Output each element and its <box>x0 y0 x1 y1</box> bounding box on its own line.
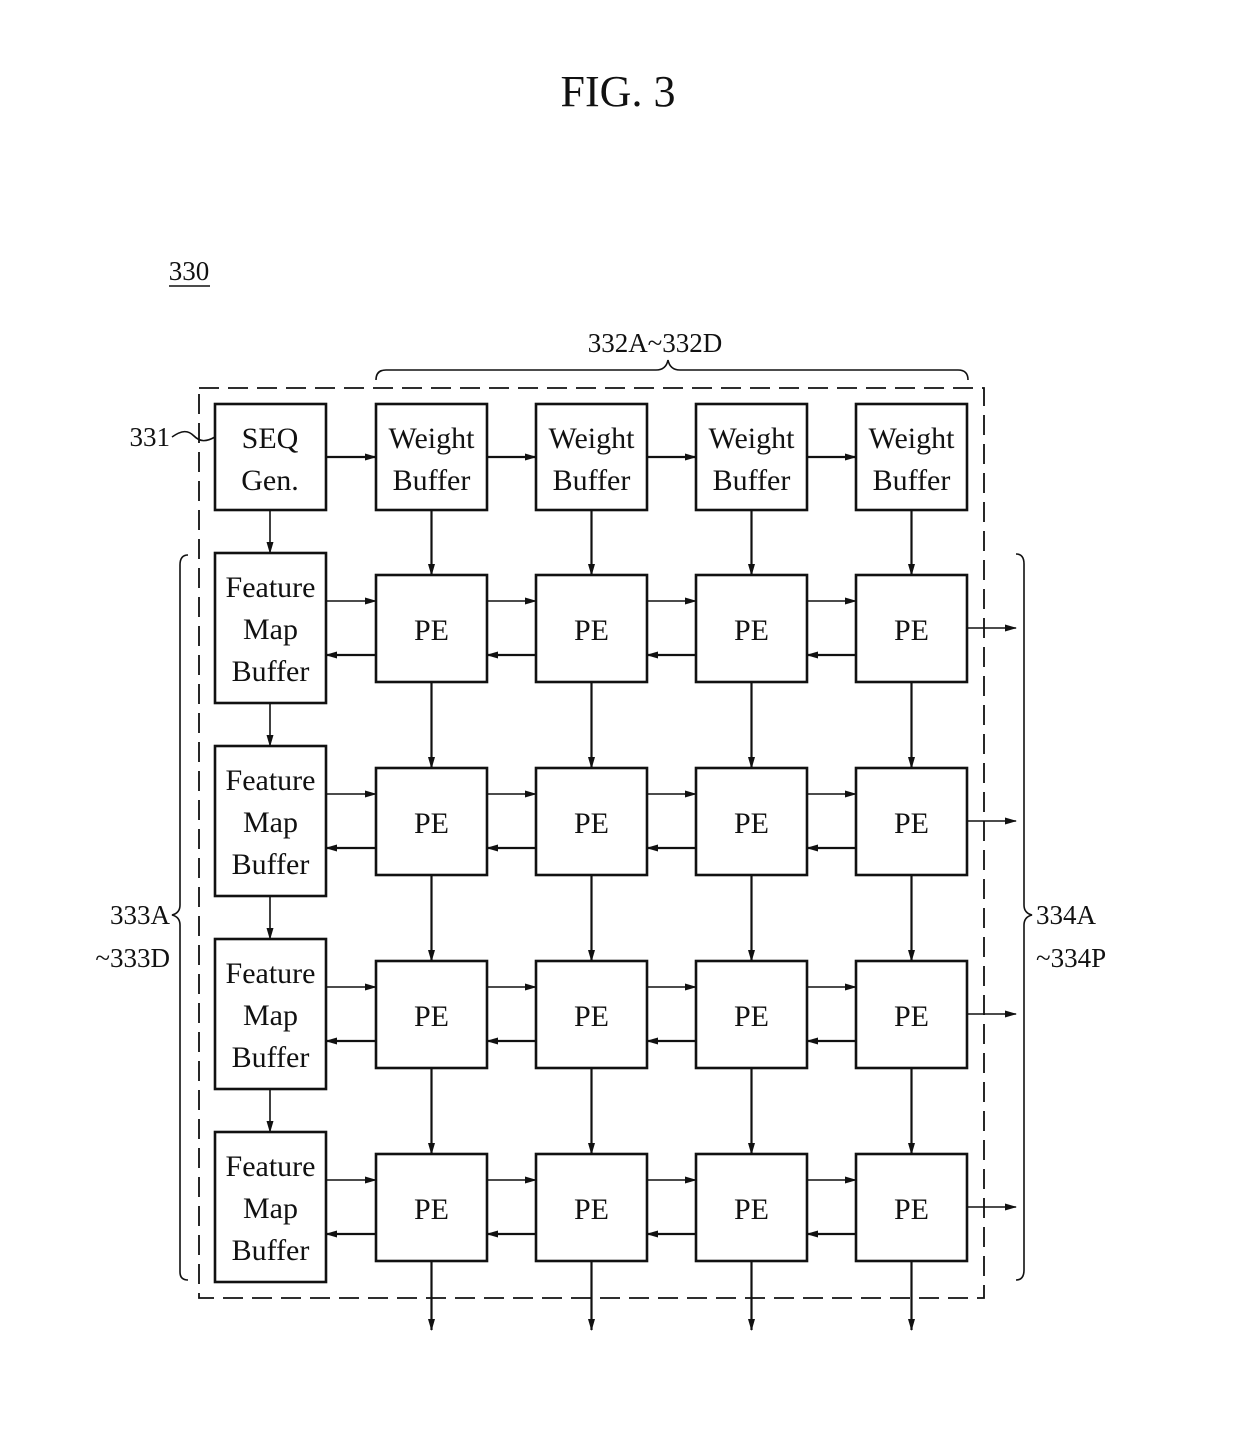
pe-label: PE <box>734 1000 769 1033</box>
pe-grid: PE PE PE PE PE PE PE PE PE PE PE PE PE PE PE PE <box>374 573 969 1263</box>
feature-map-buffer-label-line2: Map <box>243 999 298 1032</box>
weight-buffer-label-line2: Buffer <box>393 464 471 497</box>
seq-gen-label-line1: SEQ <box>242 422 299 455</box>
pe-group-brace <box>1015 553 1033 1281</box>
seq-gen-reference: 331 <box>130 422 171 452</box>
feature-map-buffer-label-line1: Feature <box>226 957 316 990</box>
pe-block: PE <box>854 1152 969 1263</box>
pe-group-reference-line1: 334A <box>1036 900 1097 930</box>
weight-group-brace <box>375 359 969 381</box>
weight-buffer-block: Weight Buffer <box>694 402 809 512</box>
pe-block: PE <box>374 766 489 877</box>
weight-buffer-label-line1: Weight <box>549 422 636 455</box>
pe-label: PE <box>894 807 929 840</box>
systolic-array-diagram: FIG. 3 330 332A~332D 333A ~333D 334A ~33… <box>95 67 1106 1331</box>
weight-buffer-label-line2: Buffer <box>553 464 631 497</box>
feature-group-reference-line2: ~333D <box>95 943 170 973</box>
pe-label: PE <box>574 614 609 647</box>
figure-reference-number: 330 <box>169 256 210 286</box>
weight-buffer-label-line2: Buffer <box>713 464 791 497</box>
pe-block: PE <box>694 766 809 877</box>
feature-map-buffer-label-line3: Buffer <box>232 848 310 881</box>
pe-group-reference-line2: ~334P <box>1036 943 1106 973</box>
pe-block: PE <box>534 1152 649 1263</box>
pe-block: PE <box>854 766 969 877</box>
feature-map-buffer-label-line2: Map <box>243 1192 298 1225</box>
feature-map-buffer-label-line3: Buffer <box>232 1041 310 1074</box>
pe-label: PE <box>894 1000 929 1033</box>
pe-label: PE <box>574 1000 609 1033</box>
weight-buffer-block: Weight Buffer <box>534 402 649 512</box>
pe-label: PE <box>414 1193 449 1226</box>
pe-label: PE <box>734 1193 769 1226</box>
weight-buffer-block: Weight Buffer <box>374 402 489 512</box>
pe-block: PE <box>534 766 649 877</box>
pe-label: PE <box>894 1193 929 1226</box>
weight-buffer-label-line1: Weight <box>869 422 956 455</box>
weight-buffer-label-line1: Weight <box>709 422 796 455</box>
pe-label: PE <box>894 614 929 647</box>
weight-buffer-label-line2: Buffer <box>873 464 951 497</box>
feature-map-buffer-label-line1: Feature <box>226 764 316 797</box>
feature-map-buffer-block: Feature Map Buffer <box>213 744 328 898</box>
figure-title: FIG. 3 <box>561 67 676 116</box>
pe-block: PE <box>694 959 809 1070</box>
feature-group-brace <box>171 554 189 1281</box>
feature-map-buffer-label-line3: Buffer <box>232 1234 310 1267</box>
feature-group-reference-line1: 333A <box>110 900 171 930</box>
weight-buffer-block: Weight Buffer <box>854 402 969 512</box>
pe-block: PE <box>854 959 969 1070</box>
seq-gen-label-line2: Gen. <box>241 464 298 497</box>
pe-block: PE <box>374 959 489 1070</box>
pe-label: PE <box>574 807 609 840</box>
feature-map-buffer-label-line2: Map <box>243 613 298 646</box>
pe-block: PE <box>534 573 649 684</box>
pe-label: PE <box>414 807 449 840</box>
seq-generator-block: SEQ Gen. <box>213 402 328 512</box>
seq-gen-leader-line <box>171 430 216 442</box>
pe-block: PE <box>694 1152 809 1263</box>
feature-map-buffer-block: Feature Map Buffer <box>213 551 328 705</box>
feature-map-buffer-block: Feature Map Buffer <box>213 937 328 1091</box>
feature-map-buffer-label-line3: Buffer <box>232 655 310 688</box>
pe-block: PE <box>534 959 649 1070</box>
pe-label: PE <box>734 807 769 840</box>
pe-block: PE <box>374 573 489 684</box>
feature-map-buffer-label-line1: Feature <box>226 1150 316 1183</box>
pe-label: PE <box>574 1193 609 1226</box>
weight-group-reference: 332A~332D <box>588 328 723 358</box>
pe-label: PE <box>414 1000 449 1033</box>
feature-map-buffer-block: Feature Map Buffer <box>213 1130 328 1284</box>
pe-block: PE <box>854 573 969 684</box>
pe-label: PE <box>414 614 449 647</box>
weight-buffer-label-line1: Weight <box>389 422 476 455</box>
pe-label: PE <box>734 614 769 647</box>
feature-map-buffer-label-line1: Feature <box>226 571 316 604</box>
feature-map-buffer-label-line2: Map <box>243 806 298 839</box>
pe-block: PE <box>694 573 809 684</box>
pe-block: PE <box>374 1152 489 1263</box>
